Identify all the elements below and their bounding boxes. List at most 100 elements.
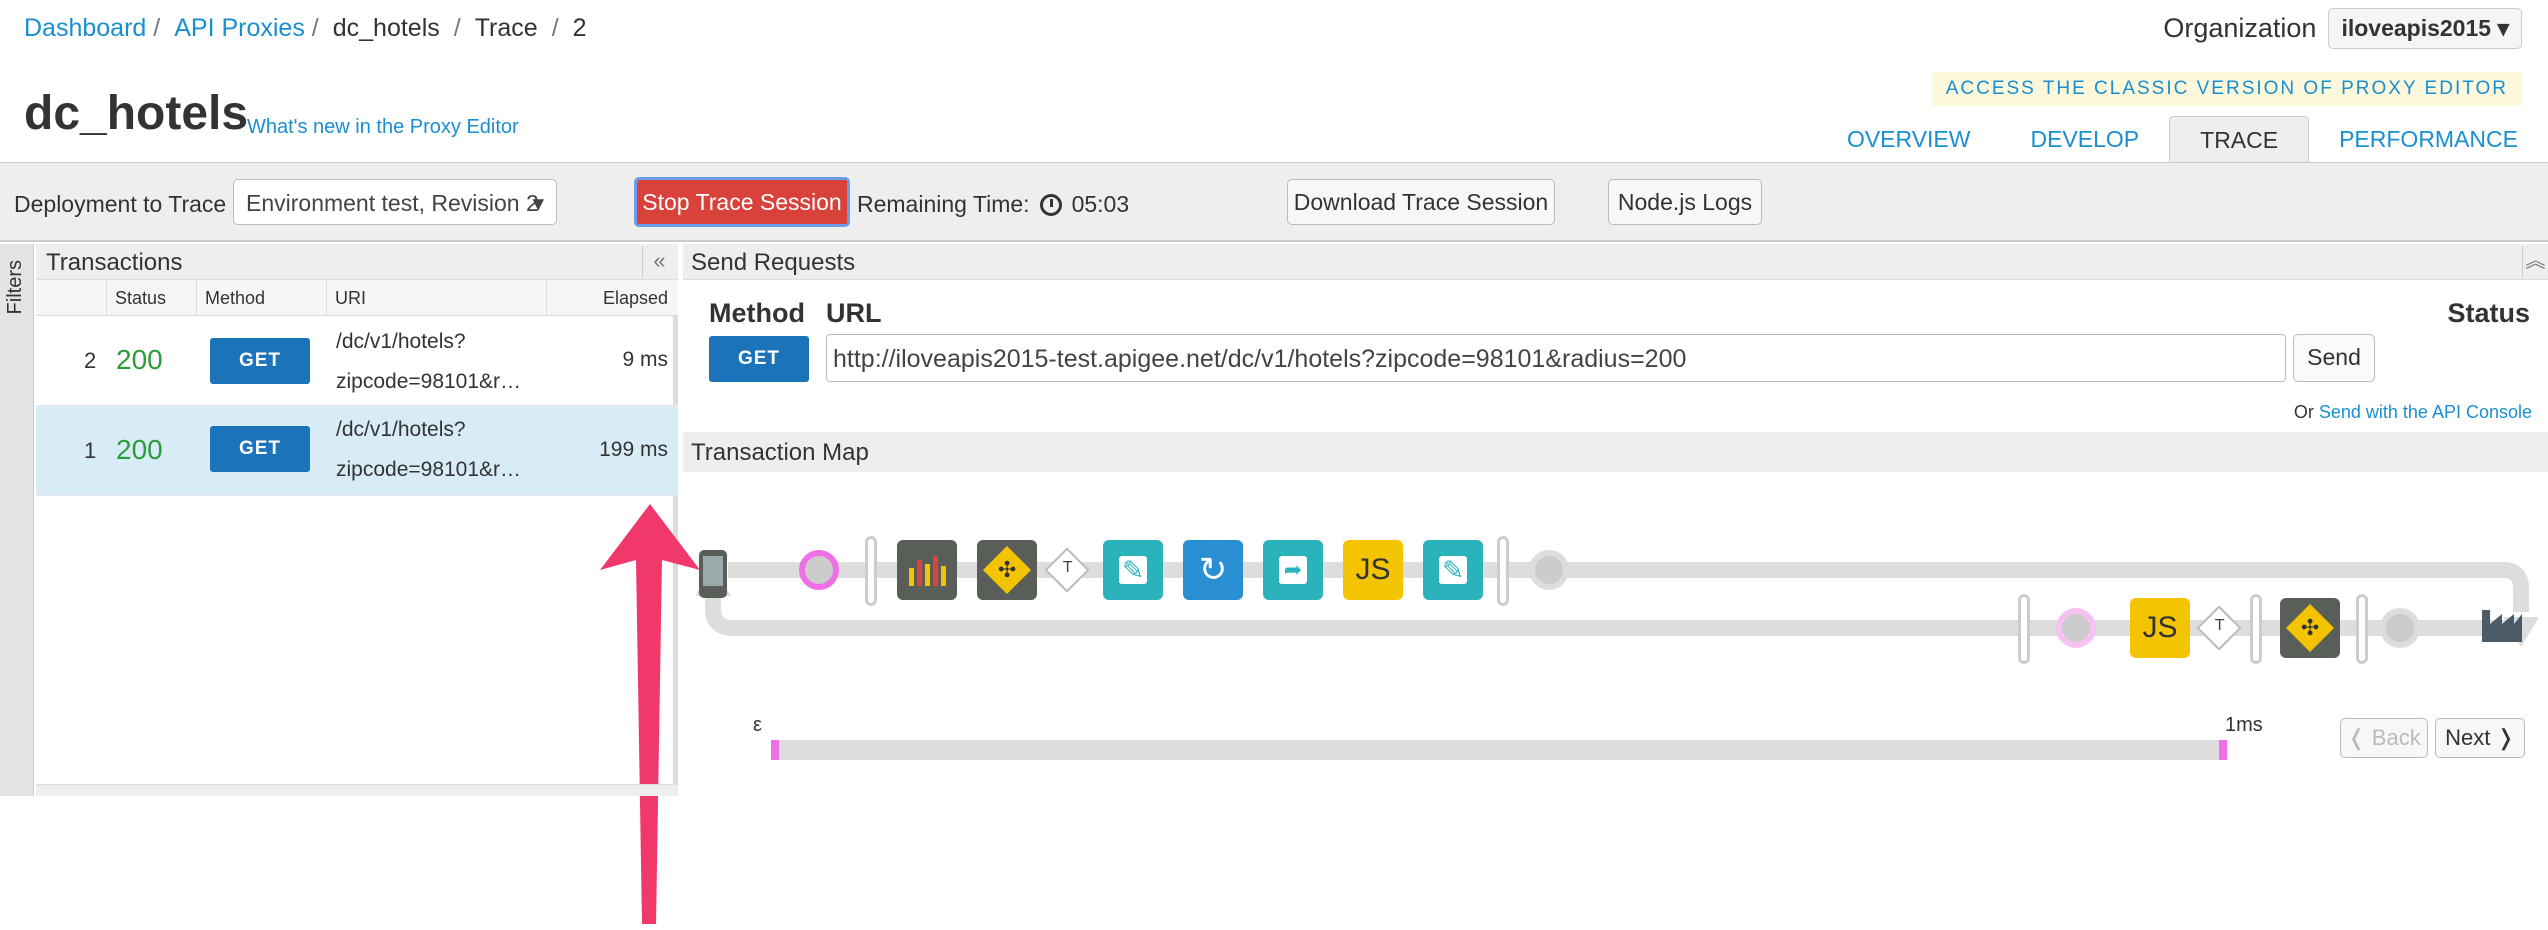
- filters-label: Filters: [4, 260, 26, 315]
- breadcrumb-proxy: dc_hotels: [332, 14, 440, 42]
- remaining-label: Remaining Time:: [857, 191, 1030, 217]
- flow-callout-icon[interactable]: ✣: [977, 540, 1037, 600]
- transaction-row[interactable]: 1 200 GET /dc/v1/hotels? zipcode=98101&r…: [36, 406, 678, 496]
- extract-variables-icon[interactable]: ➦: [1263, 540, 1323, 600]
- transactions-column-headers: Status Method URI Elapsed: [36, 280, 678, 316]
- send-requests-title: Send Requests: [691, 249, 856, 276]
- method-select-button[interactable]: GET: [709, 336, 809, 382]
- send-button[interactable]: Send: [2293, 334, 2375, 382]
- assign-message-icon[interactable]: ✎: [1423, 540, 1483, 600]
- row-status: 200: [116, 434, 163, 465]
- url-label: URL: [826, 298, 882, 328]
- row-elapsed: 9 ms: [622, 348, 668, 371]
- transactions-header: Transactions «: [36, 244, 678, 280]
- condition-label: T: [1062, 558, 1073, 576]
- timeline-end-label: 1ms: [2225, 714, 2263, 736]
- page-title: dc_hotels: [24, 87, 249, 140]
- deployment-select[interactable]: Environment test, Revision 2 ▾: [233, 179, 557, 225]
- endpoint-icon[interactable]: [1529, 550, 1569, 590]
- transactions-title: Transactions: [46, 249, 183, 276]
- transaction-map: ✣ T ✎ ↻ ➦ JS ✎ JS T ✣ ε 1ms ❬ Back Next …: [683, 472, 2548, 796]
- nodejs-logs-button[interactable]: Node.js Logs: [1608, 179, 1762, 225]
- column-status[interactable]: Status: [106, 280, 196, 316]
- transaction-map-header: Transaction Map: [683, 432, 2548, 472]
- status-label: Status: [2447, 298, 2530, 328]
- or-text: Or: [2293, 402, 2314, 422]
- timeline-marker: [2219, 740, 2227, 760]
- filters-tab[interactable]: Filters: [0, 244, 34, 796]
- tab-performance[interactable]: PERFORMANCE: [2309, 116, 2548, 162]
- collapse-up-icon[interactable]: ︽: [2522, 246, 2548, 278]
- collapse-icon[interactable]: «: [642, 246, 676, 278]
- back-button[interactable]: ❬ Back: [2340, 718, 2428, 758]
- flow-divider: [2018, 594, 2030, 664]
- breadcrumb-separator: /: [551, 14, 559, 42]
- row-uri-line2: zipcode=98101&r…: [336, 458, 522, 481]
- transaction-row[interactable]: 2 200 GET /dc/v1/hotels? zipcode=98101&r…: [36, 316, 678, 406]
- deployment-value: Environment test, Revision 2: [246, 190, 539, 216]
- send-requests-panel: Send Requests ︽ Method URL Status GET ht…: [683, 244, 2548, 796]
- breadcrumb-revision: 2: [572, 14, 587, 42]
- chevron-down-icon: ▾: [2497, 15, 2509, 41]
- organization-value: iloveapis2015: [2341, 15, 2492, 41]
- tab-develop[interactable]: DEVELOP: [2000, 116, 2169, 162]
- breadcrumb-separator: /: [311, 14, 319, 42]
- column-method[interactable]: Method: [196, 280, 326, 316]
- pink-endpoint-icon[interactable]: [799, 550, 839, 590]
- flow-divider: [2356, 594, 2368, 664]
- api-console-line: Or Send with the API Console: [2294, 402, 2532, 423]
- method-badge: GET: [210, 338, 310, 384]
- tab-trace[interactable]: TRACE: [2169, 116, 2310, 162]
- download-trace-button[interactable]: Download Trace Session: [1287, 179, 1555, 225]
- method-badge: GET: [210, 426, 310, 472]
- row-uri-line2: zipcode=98101&r…: [336, 370, 522, 393]
- column-uri[interactable]: URI: [326, 280, 546, 316]
- statistics-icon[interactable]: [897, 540, 957, 600]
- response-cache-icon[interactable]: ↻: [1183, 540, 1243, 600]
- classic-editor-link[interactable]: ACCESS THE CLASSIC VERSION OF PROXY EDIT…: [1931, 72, 2522, 106]
- breadcrumb-dashboard[interactable]: Dashboard: [24, 14, 146, 42]
- deployment-label: Deployment to Trace: [14, 191, 227, 217]
- remaining-value: 05:03: [1071, 191, 1130, 217]
- organization-label: Organization: [2163, 13, 2317, 43]
- column-number: [36, 280, 106, 316]
- scrollbar[interactable]: [36, 784, 678, 796]
- transaction-map-title: Transaction Map: [691, 439, 869, 466]
- flow-divider: [2250, 594, 2262, 664]
- whats-new-link[interactable]: What's new in the Proxy Editor: [247, 116, 519, 139]
- breadcrumb-api-proxies[interactable]: API Proxies: [174, 14, 305, 42]
- next-button[interactable]: Next ❭: [2435, 718, 2525, 758]
- flow-divider: [1497, 536, 1509, 606]
- row-elapsed: 199 ms: [599, 438, 668, 461]
- target-server-icon[interactable]: [2480, 600, 2524, 644]
- organization-selector: Organization iloveapis2015 ▾: [2163, 8, 2522, 49]
- phone-screen: [703, 556, 723, 586]
- tab-overview[interactable]: OVERVIEW: [1817, 116, 2001, 162]
- timeline-bar[interactable]: [771, 740, 2227, 760]
- breadcrumb-trace: Trace: [474, 14, 538, 42]
- assign-message-icon[interactable]: ✎: [1103, 540, 1163, 600]
- javascript-icon[interactable]: JS: [1343, 540, 1403, 600]
- breadcrumb-separator: /: [453, 14, 461, 42]
- flow-callout-icon[interactable]: ✣: [2280, 598, 2340, 658]
- stop-trace-button[interactable]: Stop Trace Session: [634, 177, 850, 227]
- endpoint-icon[interactable]: [2380, 608, 2420, 648]
- api-console-link[interactable]: Send with the API Console: [2319, 402, 2532, 422]
- column-elapsed[interactable]: Elapsed: [546, 280, 678, 316]
- pink-endpoint-icon[interactable]: [2056, 608, 2096, 648]
- tab-bar: OVERVIEW DEVELOP TRACE PERFORMANCE: [1817, 116, 2548, 162]
- chevron-down-icon: ▾: [532, 190, 544, 216]
- timeline-marker: [771, 740, 779, 760]
- row-uri-line1: /dc/v1/hotels?: [336, 418, 466, 441]
- url-input[interactable]: http://iloveapis2015-test.apigee.net/dc/…: [826, 334, 2286, 382]
- row-status: 200: [116, 344, 163, 375]
- transactions-panel: Transactions « Status Method URI Elapsed…: [36, 244, 700, 924]
- send-requests-header: Send Requests ︽: [683, 244, 2548, 280]
- clock-icon: [1039, 193, 1062, 216]
- flow-divider: [865, 536, 877, 606]
- organization-dropdown[interactable]: iloveapis2015 ▾: [2328, 8, 2522, 49]
- breadcrumb: Dashboard / API Proxies / dc_hotels / Trace /…: [24, 14, 601, 43]
- javascript-icon[interactable]: JS: [2130, 598, 2190, 658]
- row-uri-line1: /dc/v1/hotels?: [336, 330, 466, 353]
- phone-icon[interactable]: [699, 550, 727, 598]
